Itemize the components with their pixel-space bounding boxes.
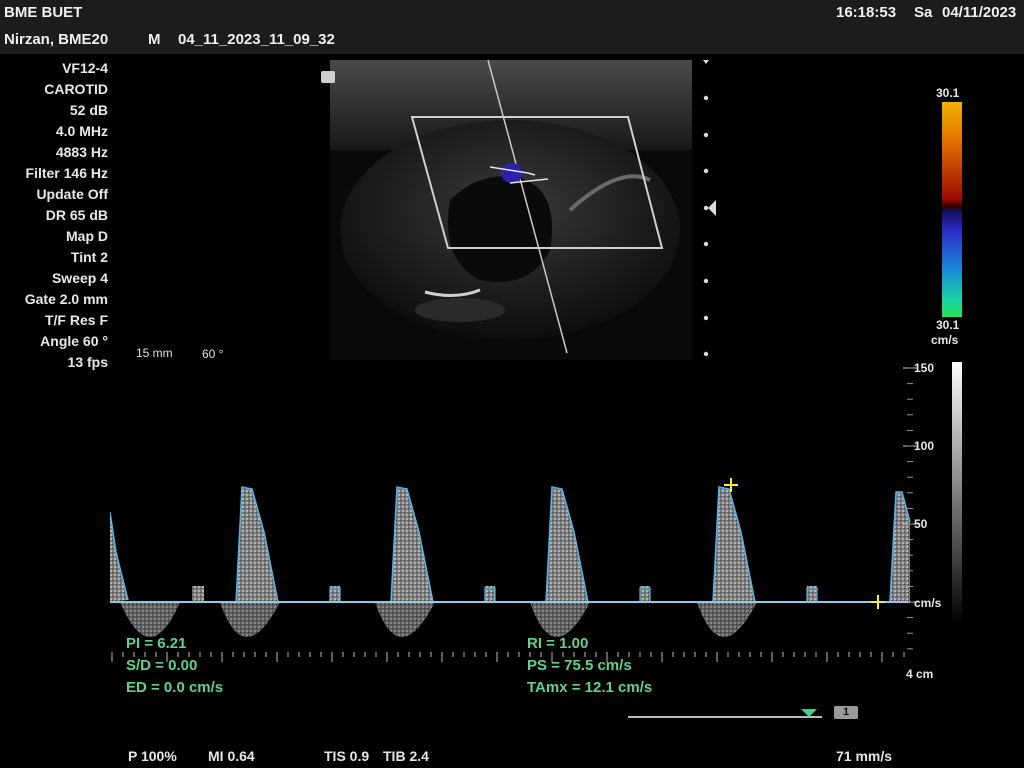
param-item: VF12-4: [62, 60, 108, 76]
measurements-right: RI = 1.00 PS = 75.5 cm/s TAmx = 12.1 cm/…: [527, 633, 652, 699]
param-item: T/F Res F: [44, 312, 108, 328]
param-item: Update Off: [36, 186, 108, 202]
ps-value: PS = 75.5 cm/s: [527, 657, 632, 674]
param-item: Tint 2: [70, 249, 108, 265]
doppler-cursor-line[interactable]: [487, 59, 568, 354]
pi-value: PI = 6.21: [126, 635, 187, 652]
param-item: CAROTID: [44, 81, 108, 97]
color-bar-bottom-label: 30.1: [936, 318, 960, 332]
tamx-value: TAmx = 12.1 cm/s: [527, 679, 653, 696]
velocity-label-100: 100: [914, 439, 935, 453]
param-item: Map D: [66, 228, 108, 244]
param-item: 4.0 MHz: [55, 123, 108, 139]
grayscale-bar: [952, 362, 962, 624]
reverse-flow-lobe: [530, 602, 590, 637]
clock-date: 04/11/2023: [942, 4, 1017, 21]
depth-scale: [703, 60, 716, 357]
focus-marker-icon: [708, 200, 716, 216]
image-angle: 60 °: [202, 347, 224, 361]
ed-caliper-icon[interactable]: [871, 595, 885, 609]
velocity-unit-label: cm/s: [914, 596, 942, 610]
param-item: Filter 146 Hz: [25, 165, 108, 181]
clock-day: Sa: [914, 4, 933, 21]
spectral-waveform: [110, 486, 911, 637]
doppler-overlay[interactable]: [330, 55, 710, 365]
cine-scrollbar[interactable]: [628, 716, 822, 718]
color-flow-spot: [501, 163, 523, 183]
diastolic-blip: [192, 586, 204, 602]
sweep-speed: 71 mm/s: [836, 748, 893, 764]
color-box[interactable]: [410, 116, 664, 249]
clock-time: 16:18:53: [836, 4, 897, 21]
time-ticks: [111, 652, 905, 662]
cine-page-badge[interactable]: 1: [834, 706, 858, 719]
spectral-doppler[interactable]: [110, 362, 950, 672]
param-item: 13 fps: [67, 354, 108, 370]
param-item: 4883 Hz: [55, 144, 108, 160]
param-item: 52 dB: [69, 102, 108, 118]
velocity-label-50: 50: [914, 517, 928, 531]
time-unit-label: 4 cm: [906, 667, 934, 681]
color-bar-unit: cm/s: [931, 333, 959, 347]
institution-name: BME BUET: [4, 4, 83, 21]
acoustic-power: P 100%: [128, 748, 177, 764]
ri-value: RI = 1.00: [527, 635, 589, 652]
thermal-index-soft: TIS 0.9: [324, 748, 370, 764]
reverse-flow-lobe: [375, 602, 435, 637]
ed-value: ED = 0.0 cm/s: [126, 679, 224, 696]
image-depth: 15 mm: [136, 346, 173, 360]
param-item: DR 65 dB: [45, 207, 108, 223]
velocity-label-150: 150: [914, 361, 935, 375]
reverse-flow-lobe: [220, 602, 280, 637]
reverse-flow-lobe: [697, 602, 757, 637]
measurements-left: PI = 6.21 S/D = 0.00 ED = 0.0 cm/s: [126, 633, 223, 699]
acquisition-params: VF12-4 CAROTID 52 dB 4.0 MHz 4883 Hz Fil…: [0, 58, 108, 373]
sd-value: S/D = 0.00: [126, 657, 198, 674]
patient-sex: M: [148, 31, 161, 48]
color-velocity-bar: [942, 102, 962, 317]
param-item: Angle 60 °: [40, 333, 108, 349]
patient-name: Nirzan, BME20: [4, 31, 109, 48]
param-item: Sweep 4: [51, 270, 108, 286]
param-item: Gate 2.0 mm: [24, 291, 108, 307]
angle-correct-mark[interactable]: [527, 172, 536, 176]
reverse-flow-lobe: [120, 602, 180, 637]
cine-position-icon[interactable]: [800, 708, 818, 718]
mechanical-index: MI 0.64: [208, 748, 255, 764]
color-bar-top-label: 30.1: [936, 86, 960, 100]
study-id: 04_11_2023_11_09_32: [178, 31, 335, 48]
thermal-index-bone: TIB 2.4: [383, 748, 429, 764]
